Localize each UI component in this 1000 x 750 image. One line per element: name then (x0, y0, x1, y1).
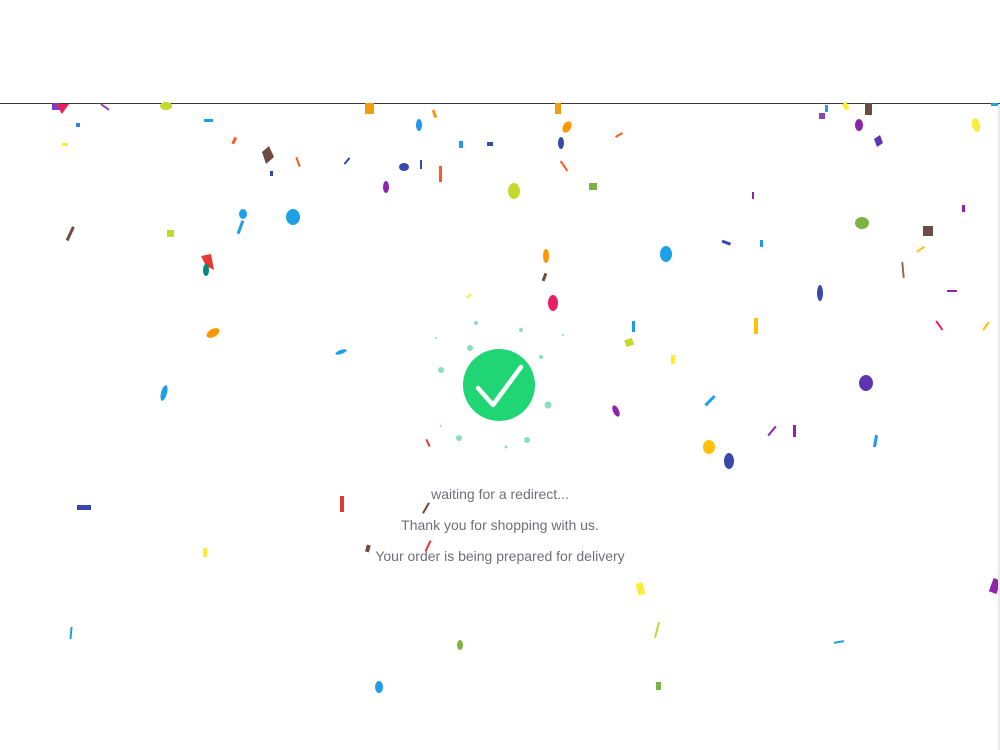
status-messages: waiting for a redirect... Thank you for … (300, 482, 700, 575)
delivery-status-text: Your order is being prepared for deliver… (375, 548, 625, 564)
check-circle-icon (435, 321, 564, 449)
order-success-page: waiting for a redirect... Thank you for … (0, 0, 1000, 750)
thank-you-text: Thank you for shopping with us. (401, 517, 599, 533)
redirect-status-text: waiting for a redirect... (431, 486, 569, 502)
